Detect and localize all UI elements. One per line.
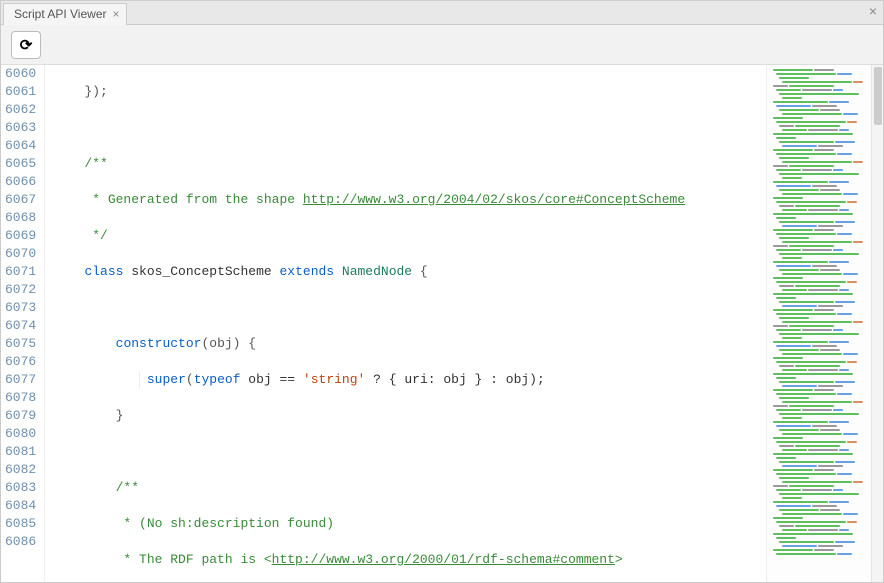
refresh-icon: ⟳ xyxy=(20,36,33,54)
close-icon[interactable]: × xyxy=(112,8,119,20)
code-keyword: typeof xyxy=(194,372,241,387)
code-keyword: constructor xyxy=(116,336,202,351)
tab-bar: Script API Viewer × × xyxy=(1,1,883,25)
code-punc: } xyxy=(53,408,123,423)
code-comment: * (No sh:description found) xyxy=(53,516,334,531)
line-number: 6061 xyxy=(5,83,36,101)
code-content[interactable]: }); /** * Generated from the shape http:… xyxy=(45,65,766,582)
code-ident: skos_ConceptScheme xyxy=(123,264,279,279)
code-comment: * The RDF path is < xyxy=(53,552,271,567)
line-number: 6063 xyxy=(5,119,36,137)
code-text xyxy=(53,119,766,137)
code-keyword: super xyxy=(147,372,186,387)
code-keyword: class xyxy=(84,264,123,279)
code-keyword: extends xyxy=(279,264,334,279)
refresh-button[interactable]: ⟳ xyxy=(11,31,41,59)
line-number: 6085 xyxy=(5,515,36,533)
code-punc: (obj) { xyxy=(201,336,256,351)
code-link[interactable]: http://www.w3.org/2000/01/rdf-schema#com… xyxy=(272,552,615,567)
code-comment: * Generated from the shape xyxy=(53,192,303,207)
line-number: 6076 xyxy=(5,353,36,371)
scrollbar-thumb[interactable] xyxy=(874,67,882,125)
line-number: 6077 xyxy=(5,371,36,389)
editor-area: 6060606160626063606460656066606760686069… xyxy=(1,65,883,582)
line-number: 6080 xyxy=(5,425,36,443)
line-number: 6075 xyxy=(5,335,36,353)
line-number: 6068 xyxy=(5,209,36,227)
code-link[interactable]: http://www.w3.org/2004/02/skos/core#Conc… xyxy=(303,192,685,207)
line-number: 6062 xyxy=(5,101,36,119)
code-type: NamedNode xyxy=(334,264,420,279)
code-text: obj == xyxy=(241,372,303,387)
line-number: 6069 xyxy=(5,227,36,245)
code-text xyxy=(53,299,766,317)
line-number: 6064 xyxy=(5,137,36,155)
code-punc: { xyxy=(420,264,428,279)
line-number: 6081 xyxy=(5,443,36,461)
toolbar: ⟳ xyxy=(1,25,883,65)
line-number: 6072 xyxy=(5,281,36,299)
vertical-scrollbar[interactable] xyxy=(871,65,883,582)
line-number: 6060 xyxy=(5,65,36,83)
line-number: 6079 xyxy=(5,407,36,425)
minimap[interactable] xyxy=(766,65,871,582)
code-pane[interactable]: 6060606160626063606460656066606760686069… xyxy=(1,65,766,582)
code-punc: ( xyxy=(186,372,194,387)
code-comment: */ xyxy=(53,228,108,243)
code-comment: /** xyxy=(53,156,108,171)
line-number: 6078 xyxy=(5,389,36,407)
line-number: 6074 xyxy=(5,317,36,335)
code-text: }); xyxy=(53,84,108,99)
code-text xyxy=(53,443,766,461)
tab-script-api-viewer[interactable]: Script API Viewer × xyxy=(3,3,127,25)
tab-title: Script API Viewer xyxy=(14,7,106,21)
line-number: 6083 xyxy=(5,479,36,497)
code-text: ? { uri: obj } : obj); xyxy=(365,372,544,387)
code-comment: > xyxy=(615,552,623,567)
line-number: 6073 xyxy=(5,299,36,317)
line-number: 6067 xyxy=(5,191,36,209)
line-number: 6066 xyxy=(5,173,36,191)
line-number: 6071 xyxy=(5,263,36,281)
line-number: 6082 xyxy=(5,461,36,479)
window-close-icon[interactable]: × xyxy=(869,3,877,19)
line-number: 6084 xyxy=(5,497,36,515)
line-number: 6065 xyxy=(5,155,36,173)
line-number: 6070 xyxy=(5,245,36,263)
line-number: 6086 xyxy=(5,533,36,551)
code-comment: /** xyxy=(53,480,139,495)
line-number-gutter: 6060606160626063606460656066606760686069… xyxy=(1,65,45,582)
code-string: 'string' xyxy=(303,372,365,387)
